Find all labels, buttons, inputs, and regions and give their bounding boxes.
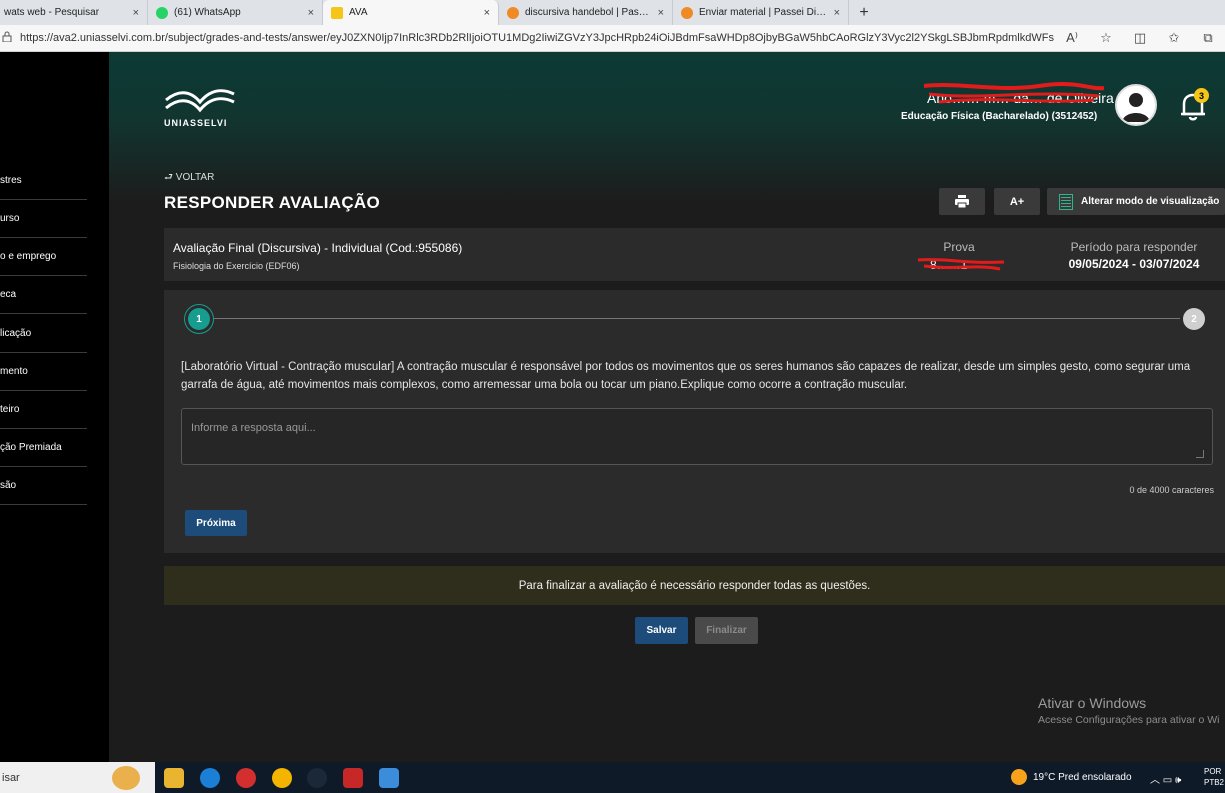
logo-text: UNIASSELVI [164,118,228,128]
sidebar-item-financeiro[interactable]: teiro [0,391,87,429]
redaction-line-icon [917,258,1005,271]
sidebar-item-atendimento[interactable]: mento [0,353,87,391]
lock-icon[interactable] [2,31,16,45]
passei-direto-icon [507,6,519,19]
period-value: 09/05/2024 - 03/07/2024 [1068,257,1200,271]
back-arrow-icon: ⮐ [164,172,173,183]
language-indicator[interactable]: POR PTB2 [1204,766,1224,788]
left-sidebar: stres urso o e emprego eca licação mento… [0,52,109,762]
chevron-up-icon[interactable]: ︿ [1150,775,1160,786]
increase-font-button[interactable]: A+ [994,188,1040,215]
weather-text: 19°C Pred ensolarado [1033,771,1132,783]
printer-icon [955,195,969,208]
period-label: Período para responder [1070,240,1198,254]
tab-title: Enviar material | Passei Direto [699,7,828,18]
sidebar-item-indicacao-premiada[interactable]: ção Premiada [0,429,87,467]
browser-tab-search[interactable]: wats web - Pesquisar × [0,0,148,25]
windows-activation-subtitle: Acesse Configurações para ativar o Wi [1038,714,1220,726]
back-link[interactable]: ⮐ VOLTAR [164,170,214,187]
edge-browser-icon[interactable] [200,768,220,788]
user-avatar-icon [1122,93,1150,122]
sidebar-item-biblioteca[interactable]: eca [0,276,87,314]
language-code: POR [1204,767,1222,776]
photos-icon[interactable] [379,768,399,788]
avatar[interactable] [1115,84,1157,126]
view-mode-label: Alterar modo de visualização [1081,196,1220,207]
weather-widget[interactable]: 19°C Pred ensolarado [1011,769,1132,785]
step-1-indicator[interactable]: 1 [188,308,210,330]
tab-title: discursiva handebol | Passei Dire [525,7,652,18]
answer-placeholder: Informe a resposta aqui... [191,422,316,434]
finish-button[interactable]: Finalizar [695,617,758,644]
windows-activation-title: Ativar o Windows [1038,695,1147,711]
close-tab-icon[interactable]: × [308,7,314,19]
windows-taskbar: isar 19°C Pred ensolarado ︿ ▭ 🕪 POR PTB2 [0,762,1225,793]
url-input[interactable]: https://ava2.uniasselvi.com.br/subject/g… [20,32,1055,44]
file-explorer-icon[interactable] [164,768,184,788]
finalize-notice: Para finalizar a avaliação é necessário … [164,566,1225,605]
assessment-info-card: Avaliação Final (Discursiva) - Individua… [164,228,1225,281]
back-label: VOLTAR [175,172,215,183]
taskbar-highlight-icon[interactable] [112,766,140,790]
answer-textarea[interactable]: Informe a resposta aqui... [181,408,1213,465]
stepper-line [212,318,1180,319]
user-course: Educação Física (Bacharelado) (3512452) [901,111,1098,122]
favorites-icon[interactable]: ✩ [1157,30,1191,46]
volume-icon[interactable]: 🕪 [1175,775,1181,786]
sun-icon [1011,769,1027,785]
keyboard-layout: PTB2 [1204,778,1225,787]
address-bar: https://ava2.uniasselvi.com.br/subject/g… [0,25,1225,52]
notification-count-badge: 3 [1194,88,1209,103]
system-tray-icons[interactable]: ︿ ▭ 🕪 [1150,771,1181,786]
network-icon[interactable]: ▭ [1163,775,1172,786]
tab-title: AVA [349,7,368,18]
sidebar-item-semestres[interactable]: stres [0,162,87,200]
step-2-indicator[interactable]: 2 [1183,308,1205,330]
tab-title: wats web - Pesquisar [4,7,100,18]
ava-favicon-icon [331,6,343,19]
app-icon[interactable] [343,768,363,788]
favorite-star-icon[interactable]: ☆ [1089,30,1123,46]
question-text: [Laboratório Virtual - Contração muscula… [181,361,1191,391]
sidebar-item-curso[interactable]: urso [0,200,87,238]
split-screen-icon[interactable]: ◫ [1123,30,1157,46]
assessment-subject: Fisiologia do Exercício (EDF06) [173,261,300,271]
taskbar-search-label: isar [2,771,20,784]
close-tab-icon[interactable]: × [484,7,490,19]
page-title: RESPONDER AVALIAÇÃO [164,193,381,212]
opera-browser-icon[interactable] [236,768,256,788]
chrome-browser-icon[interactable] [272,768,292,788]
resize-handle-icon[interactable] [1196,450,1204,458]
sidebar-item-sessao[interactable]: são [0,467,87,505]
uniasselvi-logo-icon[interactable] [164,84,236,114]
close-tab-icon[interactable]: × [133,7,139,19]
browser-tab-whatsapp[interactable]: (61) WhatsApp × [148,0,323,25]
prova-label: Prova [943,240,975,254]
character-counter: 0 de 4000 caracteres [1129,485,1214,495]
sidebar-item-estagio-emprego[interactable]: o e emprego [0,238,87,276]
browser-tab-strip: wats web - Pesquisar × (61) WhatsApp × A… [0,0,1225,25]
print-button[interactable] [939,188,985,215]
close-tab-icon[interactable]: × [658,7,664,19]
next-button[interactable]: Próxima [185,510,247,536]
browser-tab-ava[interactable]: AVA × [323,0,499,25]
read-aloud-button[interactable]: A⁾ [1055,30,1089,46]
assessment-title: Avaliação Final (Discursiva) - Individua… [173,241,463,255]
steam-icon[interactable] [307,768,327,788]
tab-title: (61) WhatsApp [174,7,241,18]
header-band [109,52,1225,202]
close-tab-icon[interactable]: × [834,7,840,19]
view-mode-icon [1059,193,1073,210]
whatsapp-icon [156,6,168,19]
collections-icon[interactable]: ⧉ [1191,30,1225,46]
new-tab-button[interactable]: + [849,0,879,25]
browser-tab-passei-direto-1[interactable]: discursiva handebol | Passei Dire × [499,0,673,25]
save-button[interactable]: Salvar [635,617,688,644]
sidebar-item-comunicacao[interactable]: licação [0,315,87,353]
main-content: UNIASSELVI Ano…… m… da… de Oliveira Educ… [109,52,1225,762]
passei-direto-icon [681,6,693,19]
change-view-mode-button[interactable]: Alterar modo de visualização [1047,188,1225,215]
browser-tab-passei-direto-2[interactable]: Enviar material | Passei Direto × [673,0,849,25]
question-card: 1 2 [Laboratório Virtual - Contração mus… [164,290,1225,553]
